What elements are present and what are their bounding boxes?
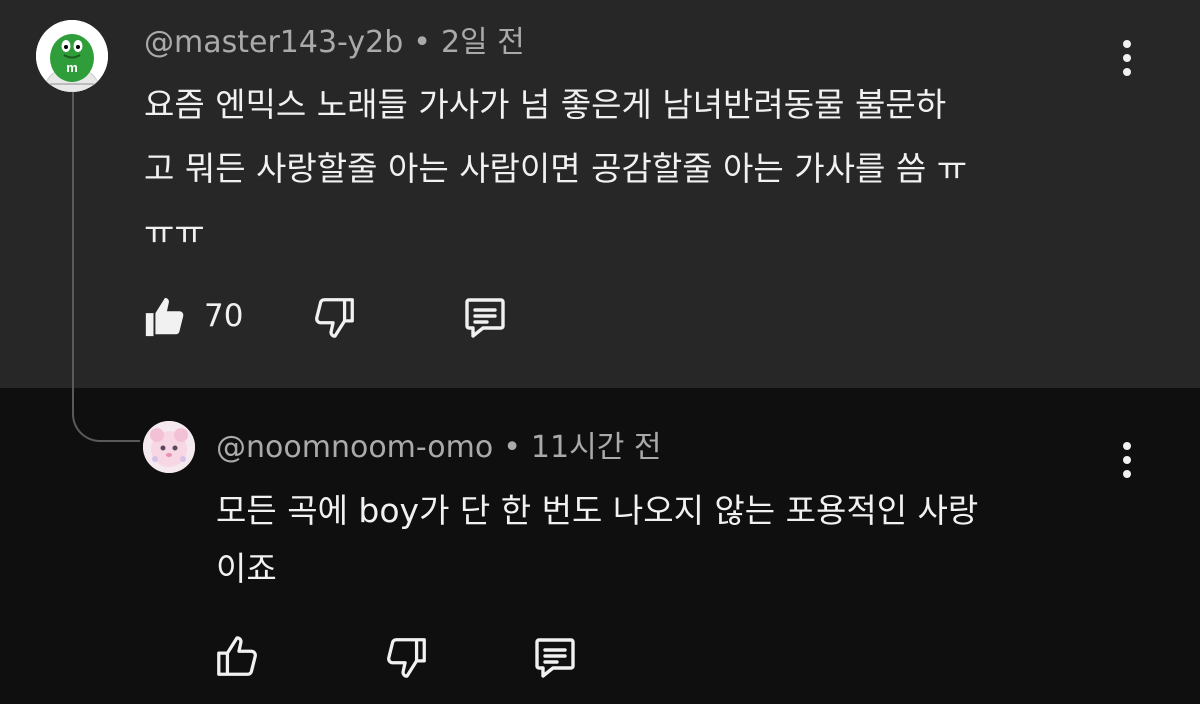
separator-dot: • — [413, 25, 431, 60]
svg-text:m: m — [66, 60, 78, 75]
timestamp[interactable]: 11시간 전 — [531, 430, 662, 465]
reply-button[interactable] — [460, 294, 510, 346]
avatar[interactable] — [143, 421, 195, 473]
green-mm-character-icon: m — [36, 20, 108, 92]
like-button[interactable] — [142, 294, 188, 344]
thumbs-down-icon — [387, 638, 426, 678]
thread-connector — [72, 398, 140, 442]
author-name[interactable]: @master143-y2b — [144, 25, 403, 60]
thread-line — [72, 92, 74, 410]
thumbs-down-icon — [315, 298, 354, 338]
dislike-button[interactable] — [312, 294, 358, 344]
comment-text-line: 요즘 엔믹스 노래들 가사가 넘 좋은게 남녀반려동물 불문하 — [144, 85, 947, 124]
timestamp[interactable]: 2일 전 — [441, 25, 525, 60]
comment-text-line: 고 뭐든 사랑할줄 아는 사람이면 공감할줄 아는 가사를 씀 ㅠ — [144, 149, 968, 188]
comment-text-line: 이죠 — [216, 549, 277, 588]
thumbs-up-filled-icon — [145, 297, 184, 337]
comment-bubble-icon — [535, 638, 575, 678]
comment-text-line: 모든 곡에 boy가 단 한 번도 나오지 않는 포용적인 사랑 — [216, 491, 979, 530]
like-button[interactable] — [214, 634, 260, 684]
thumbs-up-icon — [217, 636, 257, 676]
comment-bubble-icon — [465, 298, 505, 338]
more-dot — [1123, 442, 1131, 450]
more-dot — [1123, 68, 1131, 76]
author-name[interactable]: @noomnoom-omo — [216, 430, 493, 465]
separator-dot: • — [503, 430, 521, 465]
pink-plush-character-icon — [143, 421, 195, 473]
comment-text-line: ㅠㅠ — [144, 213, 205, 252]
more-dot — [1123, 456, 1131, 464]
avatar[interactable]: m — [36, 20, 108, 92]
more-dot — [1123, 54, 1131, 62]
reply-button[interactable] — [530, 634, 580, 686]
comment-header: @noomnoom-omo • 11시간 전 — [216, 428, 661, 468]
more-dot — [1123, 40, 1131, 48]
more-options-button[interactable] — [1123, 40, 1133, 82]
more-dot — [1123, 470, 1131, 478]
more-options-button[interactable] — [1123, 442, 1133, 484]
dislike-button[interactable] — [384, 634, 430, 684]
like-count: 70 — [204, 298, 244, 334]
comment-header: @master143-y2b • 2일 전 — [144, 23, 525, 63]
